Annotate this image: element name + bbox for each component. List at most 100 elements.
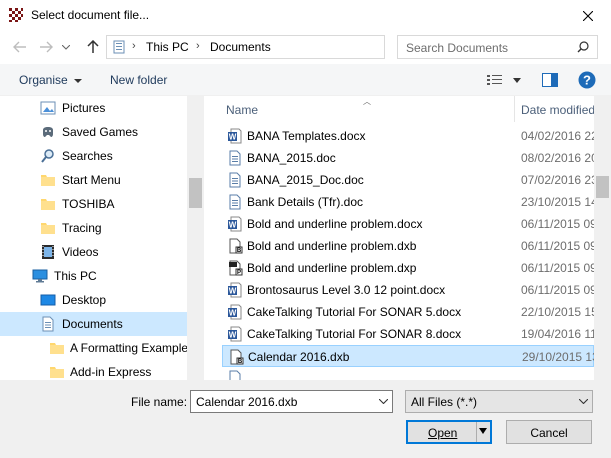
file-type-value: All Files (*.*) (411, 395, 478, 409)
breadcrumb-documents[interactable]: Documents (210, 40, 271, 54)
nav-item-searches[interactable]: Searches (0, 144, 187, 168)
file-row[interactable]: W Brontosaurus Level 3.0 12 point.docx 0… (222, 279, 597, 301)
nav-item-label: Tracing (62, 221, 102, 235)
nav-item-a-formatting-example[interactable]: A Formatting Example (0, 336, 188, 360)
file-row[interactable]: W CakeTalking Tutorial For SONAR 5.docx … (222, 301, 598, 323)
nav-item-this-pc[interactable]: This PC (0, 264, 187, 288)
saved-games-icon (43, 127, 53, 137)
address-bar[interactable]: › This PC › Documents (106, 35, 487, 59)
search-icon (577, 41, 589, 53)
nav-item-desktop[interactable]: Desktop (0, 288, 187, 312)
new-folder-button[interactable]: New folder (110, 73, 167, 87)
nav-item-start-menu[interactable]: Start Menu (0, 168, 187, 192)
app-icon (8, 7, 24, 23)
column-header: ︿ Name Date modified (210, 96, 595, 122)
file-name: Bold and underline problem.dxb (247, 239, 417, 253)
file-row[interactable]: BANA_2015.doc 08/02/2016 20 (222, 147, 598, 169)
nav-item-label: Pictures (62, 101, 106, 115)
file-type-select[interactable]: All Files (*.*) (405, 390, 593, 413)
nav-scrollbar-thumb[interactable] (189, 178, 202, 208)
cancel-label: Cancel (530, 426, 568, 440)
forward-arrow-icon (40, 41, 53, 53)
up-button[interactable] (83, 37, 103, 57)
breadcrumb-separator: › (132, 40, 136, 52)
nav-item-add-in-express[interactable]: Add-in Express (0, 360, 187, 380)
nav-item-tracing[interactable]: Tracing (0, 216, 187, 240)
svg-text:W: W (229, 221, 237, 230)
file-list-scrollbar[interactable] (594, 96, 611, 380)
file-date: 06/11/2015 09 (521, 261, 597, 275)
file-date: 08/02/2016 20 (521, 151, 598, 165)
dxp-file-icon: P (229, 260, 243, 276)
file-row[interactable]: Bank Details (Tfr).doc 23/10/2015 14 (222, 191, 598, 213)
document-icon (229, 194, 241, 210)
file-row[interactable]: BANA_2015_Doc.doc 07/02/2016 23 (222, 169, 598, 191)
file-row-selected[interactable]: B Calendar 2016.dxb 29/10/2015 13 (222, 345, 599, 367)
nav-item-toshiba[interactable]: TOSHIBA (0, 192, 187, 216)
nav-item-label: Documents (62, 317, 123, 331)
document-icon (229, 370, 241, 380)
nav-item-videos[interactable]: Videos (0, 240, 187, 264)
file-name-label: File name: (131, 395, 188, 409)
search-placeholder: Search Documents (406, 41, 509, 55)
nav-item-saved-games[interactable]: Saved Games (0, 120, 187, 144)
close-button[interactable] (565, 0, 611, 31)
nav-item-label: This PC (54, 269, 97, 283)
svg-text:?: ? (583, 73, 591, 88)
folder-icon (41, 175, 55, 186)
nav-item-label: Saved Games (62, 125, 139, 139)
this-pc-small-icon (113, 40, 125, 54)
word-document-icon: W (228, 216, 242, 232)
nav-item-label: Desktop (62, 293, 107, 307)
file-name: Bank Details (Tfr).doc (247, 195, 364, 209)
file-row[interactable]: B Bold and underline problem.dxb 06/11/2… (222, 235, 597, 257)
back-button[interactable] (10, 37, 30, 57)
command-toolbar: Organise New folder ? (0, 64, 611, 96)
document-icon (229, 172, 241, 188)
nav-scrollbar[interactable] (187, 96, 204, 380)
svg-text:P: P (237, 270, 241, 276)
open-dropdown-icon[interactable] (479, 428, 487, 434)
searches-icon (41, 149, 54, 163)
column-divider[interactable] (514, 96, 515, 122)
chevron-down-icon (73, 78, 82, 83)
file-date: 06/11/2015 09 (521, 239, 597, 253)
file-row-partial[interactable] (222, 367, 594, 380)
file-row[interactable]: W BANA Templates.docx 04/02/2016 22 (222, 125, 598, 147)
file-name: BANA_2015.doc (247, 151, 336, 165)
file-row[interactable]: W CakeTalking Tutorial For SONAR 8.docx … (222, 323, 597, 345)
help-icon[interactable]: ? (578, 71, 596, 89)
view-dropdown-icon[interactable] (513, 78, 521, 83)
file-date: 06/11/2015 09 (521, 217, 597, 231)
recent-locations-button[interactable] (60, 37, 72, 57)
videos-icon (42, 245, 54, 259)
open-button[interactable]: Open (406, 420, 492, 444)
svg-text:B: B (237, 248, 242, 254)
nav-item-label: Start Menu (62, 173, 121, 187)
view-options-icon[interactable] (487, 74, 503, 86)
forward-button[interactable] (36, 37, 56, 57)
nav-item-pictures[interactable]: Pictures (0, 96, 187, 120)
file-name-input[interactable]: Calendar 2016.dxb (190, 390, 393, 413)
desktop-icon (40, 294, 56, 306)
cancel-button[interactable]: Cancel (506, 420, 592, 444)
nav-item-label: Videos (62, 245, 99, 259)
nav-item-documents[interactable]: Documents (0, 312, 187, 336)
dxb-file-icon: B (230, 349, 244, 365)
file-name-dropdown[interactable] (374, 391, 392, 412)
breadcrumb-separator: › (196, 40, 200, 52)
preview-pane-icon[interactable] (542, 73, 558, 87)
file-list-pane: ︿ Name Date modified W BANA Templates.do… (210, 96, 611, 380)
file-list-scrollbar-thumb[interactable] (596, 176, 609, 198)
address-row: › This PC › Documents Search Documents (0, 31, 611, 64)
file-type-dropdown[interactable] (574, 391, 592, 412)
breadcrumb-this-pc[interactable]: This PC (146, 40, 189, 54)
search-input[interactable]: Search Documents (397, 35, 598, 59)
file-row[interactable]: W Bold and underline problem.docx 06/11/… (222, 213, 597, 235)
column-header-name[interactable]: Name (226, 103, 258, 117)
file-row[interactable]: P Bold and underline problem.dxp 06/11/2… (222, 257, 597, 279)
column-header-date-modified[interactable]: Date modified (521, 103, 595, 117)
organise-button[interactable]: Organise (19, 73, 82, 87)
file-name: Brontosaurus Level 3.0 12 point.docx (247, 283, 446, 297)
file-date: 04/02/2016 22 (521, 129, 598, 143)
